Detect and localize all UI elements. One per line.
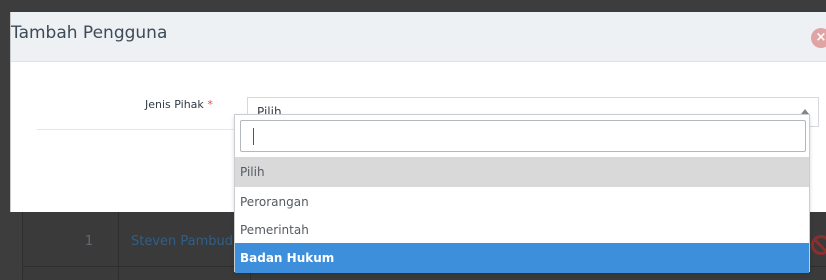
text-cursor [253, 128, 254, 145]
modal-title: Tambah Pengguna [11, 23, 168, 43]
table-divider [118, 212, 119, 280]
prohibit-icon[interactable] [811, 235, 826, 255]
table-divider [22, 212, 23, 280]
party-type-label-text: Jenis Pihak [145, 98, 204, 111]
table-cell-number: 1 [84, 234, 94, 249]
dropdown-option-pilih[interactable]: Pilih [235, 157, 809, 187]
party-type-label: Jenis Pihak * [145, 98, 213, 111]
required-mark: * [207, 98, 213, 111]
modal-header: Tambah Pengguna × [11, 12, 826, 62]
close-icon[interactable]: × [811, 28, 826, 48]
dropdown-option-perorangan[interactable]: Perorangan [235, 187, 809, 217]
dropdown-search-input[interactable] [240, 120, 806, 152]
dropdown-option-badan-hukum[interactable]: Badan Hukum [235, 243, 809, 273]
dropdown-option-pemerintah[interactable]: Pemerintah [235, 215, 809, 245]
table-cell-name: Steven Pambudi [131, 234, 237, 249]
party-type-dropdown: Pilih Perorangan Pemerintah Badan Hukum [234, 114, 810, 273]
